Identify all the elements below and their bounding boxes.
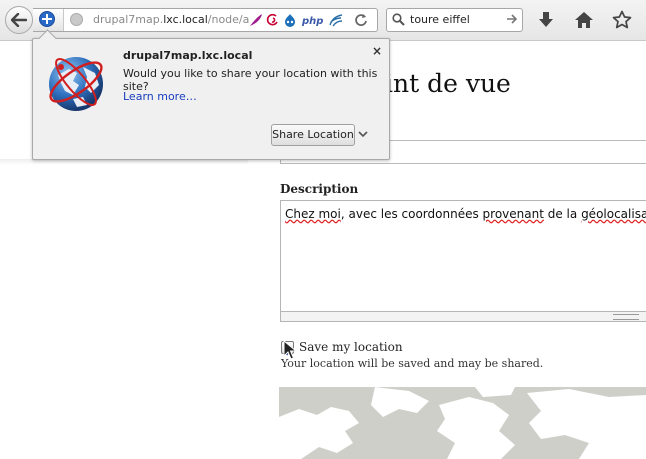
- learn-more-link[interactable]: Learn more…: [123, 90, 197, 103]
- description-text-part: géolocalisat: [581, 207, 646, 221]
- search-go-arrow-icon[interactable]: [506, 13, 518, 25]
- php-extension-icon[interactable]: php: [301, 13, 325, 27]
- reload-icon[interactable]: [353, 12, 369, 28]
- page-title: int de vue: [385, 69, 511, 98]
- download-icon[interactable]: [536, 10, 556, 30]
- panel-close-button[interactable]: ×: [372, 44, 382, 58]
- description-text-part: , avec les coordonnées: [340, 207, 483, 221]
- description-text-part: de la: [543, 207, 582, 221]
- home-icon[interactable]: [574, 10, 594, 30]
- url-bar[interactable]: drupal7map.lxc.local/node/a php: [33, 8, 378, 32]
- php-badge: php: [301, 16, 323, 27]
- search-input-value[interactable]: toure eiffel: [410, 13, 470, 26]
- feather-extension-icon[interactable]: [249, 13, 263, 27]
- description-text: Chez moi, avec les coordonnées provenant…: [285, 207, 646, 221]
- map-landmass-graphic: [279, 387, 646, 459]
- chevron-down-icon[interactable]: [357, 128, 369, 140]
- url-text[interactable]: drupal7map.lxc.local/node/a: [93, 13, 249, 26]
- search-bar[interactable]: toure eiffel: [386, 8, 523, 32]
- description-text-part: Chez moi: [285, 207, 341, 221]
- geolocation-permission-panel: drupal7map.lxc.local Would you like to s…: [32, 29, 390, 160]
- site-globe-icon: [70, 13, 83, 26]
- search-icon: [392, 13, 405, 26]
- geolocation-identity-button[interactable]: [33, 9, 64, 31]
- url-prefix: drupal7map.: [93, 13, 164, 26]
- description-text-part: provenant: [482, 207, 544, 221]
- save-location-label[interactable]: Save my location: [299, 340, 403, 354]
- bookmark-star-icon[interactable]: [612, 10, 632, 30]
- share-location-button[interactable]: Share Location: [271, 124, 355, 146]
- url-host: lxc.local: [163, 13, 208, 26]
- save-location-description: Your location will be saved and may be s…: [281, 357, 544, 370]
- description-textarea[interactable]: Chez moi, avec les coordonnées provenant…: [280, 200, 646, 312]
- resize-grip-icon: [613, 314, 639, 320]
- debian-extension-icon[interactable]: [266, 13, 280, 27]
- description-label: Description: [280, 182, 359, 196]
- panel-host: drupal7map.lxc.local: [123, 49, 253, 62]
- mysql-extension-icon[interactable]: [328, 13, 344, 27]
- geolocation-globe-icon: [49, 57, 103, 111]
- textarea-resize-handle[interactable]: [280, 312, 646, 322]
- mouse-pointer-icon: [283, 340, 297, 360]
- location-map[interactable]: [279, 387, 646, 459]
- navigation-toolbar: drupal7map.lxc.local/node/a php toure ei…: [0, 0, 646, 41]
- back-arrow-icon: [11, 13, 27, 27]
- drupal-extension-icon[interactable]: [283, 13, 297, 27]
- back-button[interactable]: [5, 6, 33, 34]
- geolocation-icon: [39, 11, 55, 27]
- url-path: /node/a: [207, 13, 250, 26]
